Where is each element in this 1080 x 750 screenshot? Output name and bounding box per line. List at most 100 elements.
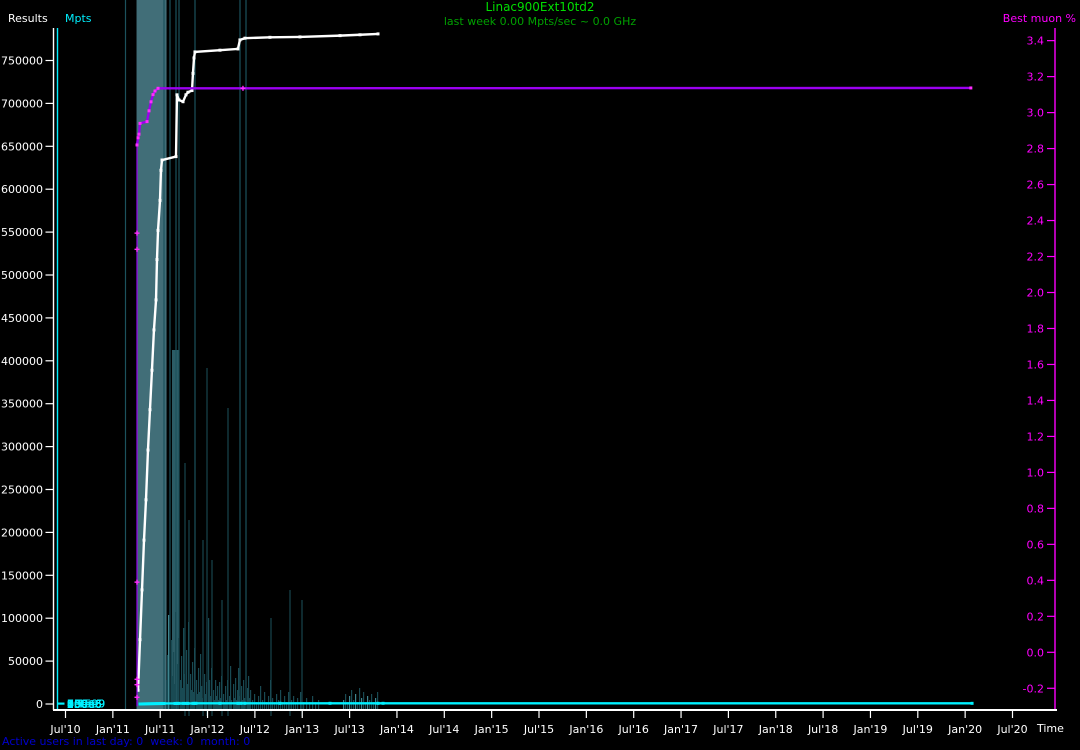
series-marker-muon bbox=[135, 143, 139, 147]
muon-tick-label: 1.6 bbox=[1027, 358, 1045, 371]
results-tick-label: 100000 bbox=[1, 612, 43, 625]
series-marker-mpts bbox=[278, 701, 282, 705]
muon-tick-label: -0.2 bbox=[1023, 682, 1044, 695]
results-tick-label: 400000 bbox=[1, 355, 43, 368]
results-tick-label: 250000 bbox=[1, 484, 43, 497]
results-tick-label: 750000 bbox=[1, 55, 43, 68]
time-tick-label: Jul'14 bbox=[428, 723, 459, 736]
series-marker-results bbox=[238, 38, 242, 42]
results-tick-label: 450000 bbox=[1, 312, 43, 325]
series-marker-muon bbox=[153, 89, 157, 93]
activity-spike bbox=[260, 686, 262, 710]
time-tick-label: Jul'10 bbox=[49, 723, 80, 736]
series-marker-results bbox=[191, 71, 195, 75]
series-marker-muon bbox=[145, 120, 149, 124]
series-marker-muon bbox=[136, 136, 140, 140]
muon-tick-label: 1.0 bbox=[1027, 466, 1045, 479]
activity-spike bbox=[291, 700, 293, 710]
muon-tick-label: 1.4 bbox=[1027, 394, 1045, 407]
plot-area: 0 50000 100000 150000 200000 250000 300000 3500… bbox=[1, 0, 1057, 736]
series-marker-muon bbox=[137, 132, 141, 136]
series-marker-mpts bbox=[381, 701, 385, 705]
series-marker-mpts bbox=[970, 701, 974, 705]
time-tick-label: Jan'12 bbox=[190, 723, 225, 736]
series-marker-results bbox=[159, 168, 163, 172]
series-marker-results bbox=[142, 538, 146, 542]
muon-tick-label: 0.0 bbox=[1027, 646, 1045, 659]
activity-spike bbox=[227, 680, 229, 710]
series-marker-mpts bbox=[194, 701, 198, 705]
series-marker-results bbox=[156, 228, 160, 232]
activity-spike bbox=[318, 700, 320, 710]
series-marker-results bbox=[175, 93, 179, 97]
activity-spike bbox=[221, 676, 223, 710]
activity-spike bbox=[300, 692, 302, 710]
activity-spike bbox=[194, 648, 196, 710]
series-marker-results bbox=[218, 48, 222, 52]
series-marker-results bbox=[148, 408, 152, 412]
series-marker-mpts bbox=[162, 701, 166, 705]
results-tick-label: 200000 bbox=[1, 526, 43, 539]
muon-tick-label: 1.8 bbox=[1027, 322, 1045, 335]
series-marker-results bbox=[138, 638, 142, 642]
muon-tick-label: 2.6 bbox=[1027, 179, 1045, 192]
series-marker-muon bbox=[969, 86, 973, 90]
activity-spike bbox=[355, 694, 357, 710]
series-marker-mpts bbox=[181, 701, 185, 705]
time-tick-label: Jan'13 bbox=[284, 723, 319, 736]
activity-spike bbox=[276, 694, 278, 710]
muon-tick-label: 2.4 bbox=[1027, 215, 1045, 228]
time-tick-label: Jan'14 bbox=[379, 723, 414, 736]
muon-tick-label: 3.0 bbox=[1027, 107, 1045, 120]
time-tick-label: Jul'13 bbox=[333, 723, 364, 736]
activity-spike bbox=[270, 680, 272, 710]
activity-spike bbox=[278, 700, 280, 710]
activity-spike bbox=[206, 682, 208, 710]
series-marker-muon bbox=[156, 86, 160, 90]
activity-spike bbox=[262, 700, 264, 710]
activity-spike bbox=[252, 700, 254, 710]
series-marker-results bbox=[181, 100, 185, 104]
series-marker-results bbox=[158, 198, 162, 202]
activity-spike bbox=[345, 694, 347, 710]
series-marker-muon bbox=[151, 93, 155, 97]
series-marker-mpts bbox=[239, 701, 243, 705]
results-tick-label: 550000 bbox=[1, 226, 43, 239]
series-marker-results bbox=[160, 158, 164, 162]
activity-spike bbox=[250, 690, 252, 710]
muon-tick-label: 3.4 bbox=[1027, 35, 1045, 48]
muon-tick-label: 0.8 bbox=[1027, 502, 1045, 515]
results-tick-label: 600000 bbox=[1, 183, 43, 196]
series-marker-mpts bbox=[177, 701, 181, 705]
muon1-stats-chart: Linac900Ext10td2 last week 0.00 Mpts/sec… bbox=[0, 0, 1080, 750]
time-tick-label: Jan'20 bbox=[947, 723, 982, 736]
series-marker-results bbox=[174, 155, 178, 159]
muon-tick-label: 0.6 bbox=[1027, 538, 1045, 551]
series-marker-mpts bbox=[186, 701, 190, 705]
series-marker-results bbox=[236, 47, 240, 51]
muon-tick-label: 2.0 bbox=[1027, 287, 1045, 300]
series-marker-results bbox=[376, 32, 380, 36]
series-marker-results bbox=[154, 298, 158, 302]
time-tick-label: Jan'16 bbox=[568, 723, 603, 736]
results-tick-label: 0 bbox=[36, 698, 43, 711]
series-marker-results bbox=[150, 368, 154, 372]
mpts-tick-label: 1.25e9 bbox=[67, 697, 105, 710]
time-tick-label: Jul'20 bbox=[996, 723, 1027, 736]
series-marker-results bbox=[298, 35, 302, 39]
series-marker-results bbox=[155, 258, 159, 262]
activity-spike bbox=[178, 638, 180, 710]
series-marker-results bbox=[184, 93, 188, 97]
activity-spike bbox=[288, 692, 290, 710]
time-tick-label: Jan'18 bbox=[758, 723, 793, 736]
series-marker-results bbox=[243, 36, 247, 40]
series-marker-results bbox=[152, 328, 156, 332]
activity-spike bbox=[371, 694, 373, 710]
series-marker-mpts bbox=[218, 701, 222, 705]
activity-spike bbox=[377, 692, 379, 710]
time-tick-label: Jan'19 bbox=[852, 723, 887, 736]
activity-spike bbox=[280, 690, 282, 710]
series-line-mpts bbox=[139, 702, 973, 706]
activity-spike bbox=[353, 700, 355, 710]
series-marker-muon bbox=[149, 100, 153, 104]
